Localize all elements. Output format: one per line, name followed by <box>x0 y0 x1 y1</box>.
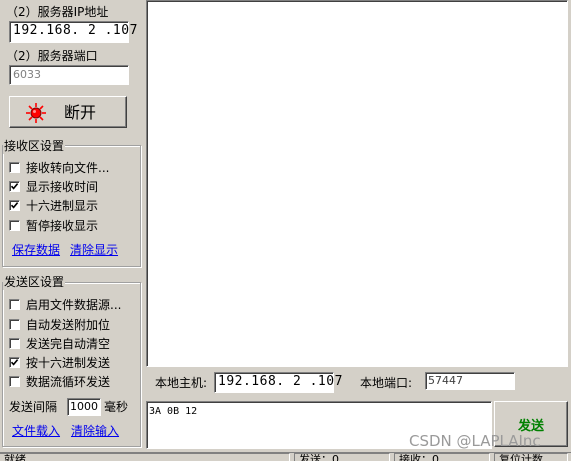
watermark: CSDN @LAPLAInc <box>409 432 541 450</box>
receive-display[interactable] <box>146 0 568 367</box>
receive-settings-title: 接收区设置 <box>3 138 66 154</box>
loop-send-checkbox[interactable]: 数据流循环发送 <box>9 373 110 389</box>
checkbox-label: 自动发送附加位 <box>26 317 111 332</box>
checkbox-box <box>9 219 20 231</box>
server-port-value: 6033 <box>13 68 41 81</box>
file-source-checkbox[interactable]: 启用文件数据源... <box>9 296 121 312</box>
local-port-field[interactable]: 57447 <box>425 372 515 390</box>
checkbox-label: 显示接收时间 <box>26 179 99 194</box>
send-input-text: 3A 0B 12 <box>149 406 198 417</box>
server-ip-field[interactable]: 192.168. 2 .107 <box>9 21 137 43</box>
checkbox-box <box>9 298 20 310</box>
local-port-label: 本地端口: <box>360 376 413 390</box>
pause-recv-checkbox[interactable]: 暂停接收显示 <box>9 217 98 233</box>
checkbox-label: 按十六进制发送 <box>26 355 111 370</box>
checkbox-box <box>9 318 20 330</box>
checkbox-label: 启用文件数据源... <box>26 297 122 312</box>
local-port-value: 57447 <box>428 374 463 387</box>
checkbox-box <box>9 337 20 349</box>
send-settings-title: 发送区设置 <box>3 274 66 290</box>
local-host-field[interactable]: 192.168. 2 .107 <box>214 372 342 393</box>
checkbox-box <box>9 180 20 192</box>
checkbox-label: 接收转向文件... <box>26 160 110 175</box>
hex-send-checkbox[interactable]: 按十六进制发送 <box>9 354 110 370</box>
auto-append-checkbox[interactable]: 自动发送附加位 <box>9 316 110 332</box>
checkbox-label: 数据流循环发送 <box>26 374 111 389</box>
led-icon <box>26 103 46 123</box>
disconnect-button[interactable]: 断开 <box>9 96 127 128</box>
auto-clear-checkbox[interactable]: 发送完自动清空 <box>9 335 110 351</box>
clear-input-link[interactable]: 清除输入 <box>71 423 119 439</box>
save-data-link[interactable]: 保存数据 <box>12 242 60 258</box>
send-interval-value: 1000 <box>70 400 98 413</box>
server-port-field[interactable]: 6033 <box>9 65 129 85</box>
checkbox-box <box>9 356 20 368</box>
checkbox-label: 发送完自动清空 <box>26 336 111 351</box>
checkbox-label: 暂停接收显示 <box>26 218 99 233</box>
local-host-label: 本地主机: <box>155 376 208 390</box>
server-port-label: （2）服务器端口 <box>6 49 98 63</box>
server-ip-label: （2）服务器IP地址 <box>6 5 109 19</box>
checkbox-box <box>9 199 20 211</box>
show-recv-time-checkbox[interactable]: 显示接收时间 <box>9 178 98 194</box>
load-file-link[interactable]: 文件载入 <box>12 423 60 439</box>
send-interval-unit: 毫秒 <box>104 400 129 414</box>
clear-display-link[interactable]: 清除显示 <box>70 242 118 258</box>
hex-display-checkbox[interactable]: 十六进制显示 <box>9 197 98 213</box>
send-interval-input[interactable]: 1000 <box>67 398 101 416</box>
checkbox-label: 十六进制显示 <box>26 198 99 213</box>
disconnect-label: 断开 <box>64 103 97 122</box>
recv-to-file-checkbox[interactable]: 接收转向文件... <box>9 159 109 175</box>
send-interval-label: 发送间隔 <box>9 400 58 414</box>
checkbox-box <box>9 161 20 173</box>
checkbox-box <box>9 375 20 387</box>
